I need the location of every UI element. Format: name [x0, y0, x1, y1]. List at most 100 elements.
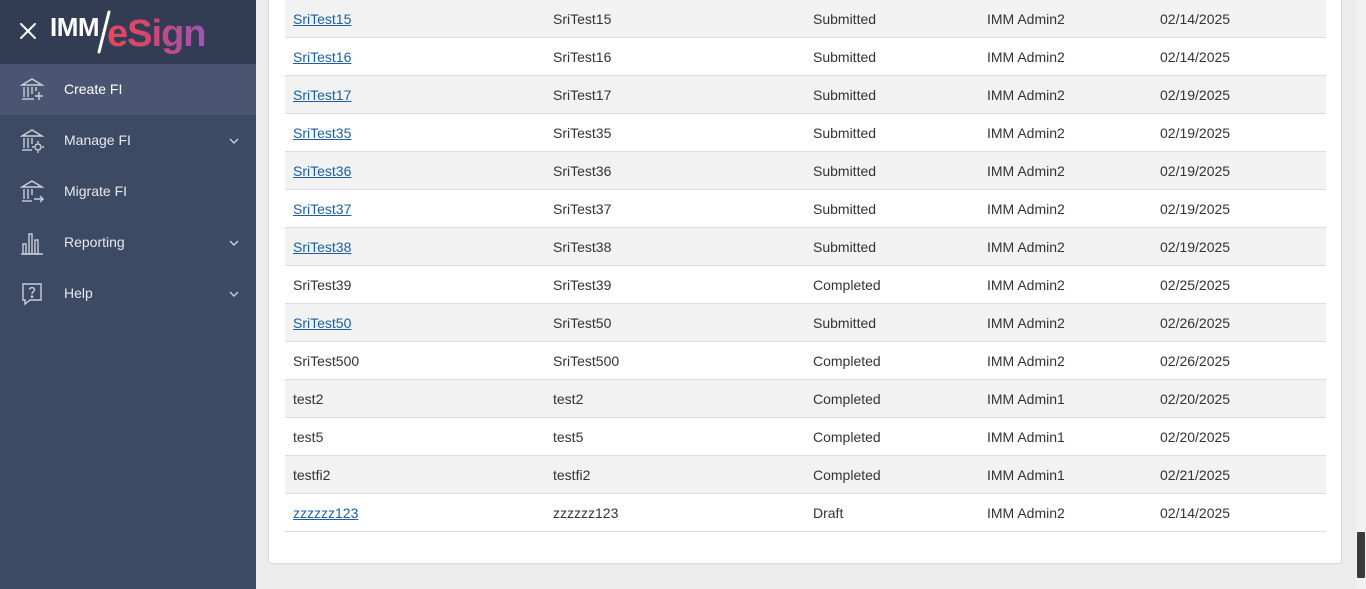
fi-name-link[interactable]: SriTest36 — [293, 163, 351, 179]
logo-esign-text: eSign — [107, 13, 206, 55]
fi-name-cell: SriTest500 — [293, 353, 360, 369]
bank-add-icon — [20, 78, 44, 100]
user-cell: IMM Admin2 — [987, 163, 1065, 179]
vertical-scrollbar[interactable] — [1356, 0, 1366, 589]
table-row: SriTest16 SriTest16 Submitted IMM Admin2 02/… — [285, 38, 1326, 76]
fi-display-name-cell: SriTest17 — [553, 87, 612, 103]
status-cell: Submitted — [813, 201, 877, 217]
status-cell: Completed — [813, 391, 881, 407]
fi-display-name-cell: SriTest37 — [553, 201, 612, 217]
status-cell: Submitted — [813, 125, 877, 141]
sidebar-header: IMM eSign — [0, 0, 256, 64]
table-row: SriTest50 SriTest50 Submitted IMM Admin2 02/… — [285, 304, 1326, 342]
sidebar-item-label: Reporting — [64, 234, 125, 250]
sidebar-item-create-fi[interactable]: Create FI — [0, 64, 256, 115]
user-cell: IMM Admin2 — [987, 87, 1065, 103]
table-row: zzzzzz123 zzzzzz123 Draft IMM Admin2 02/14/2… — [285, 494, 1326, 532]
fi-name-link[interactable]: SriTest37 — [293, 201, 351, 217]
sidebar-item-reporting[interactable]: Reporting — [0, 217, 256, 268]
help-icon — [22, 283, 42, 306]
user-cell: IMM Admin2 — [987, 239, 1065, 255]
user-cell: IMM Admin2 — [987, 125, 1065, 141]
logo-imm-text: IMM — [50, 12, 100, 42]
fi-display-name-cell: test2 — [553, 391, 584, 407]
user-cell: IMM Admin1 — [987, 467, 1065, 483]
table-row: SriTest35 SriTest35 Submitted IMM Admin2 02/… — [285, 114, 1326, 152]
table-row: SriTest15 SriTest15 Submitted IMM Admin2 02/… — [285, 0, 1326, 38]
table-row: SriTest17 SriTest17 Submitted IMM Admin2 02/… — [285, 76, 1326, 114]
status-cell: Completed — [813, 467, 881, 483]
date-cell: 02/20/2025 — [1160, 429, 1231, 445]
table-row: SriTest36 SriTest36 Submitted IMM Admin2 02/… — [285, 152, 1326, 190]
sidebar-item-label: Migrate FI — [64, 183, 128, 199]
fi-table: SriTest15 SriTest15 Submitted IMM Admin2 02/… — [285, 0, 1326, 532]
chevron-down-icon — [229, 138, 239, 144]
fi-display-name-cell: SriTest50 — [553, 315, 612, 331]
status-cell: Draft — [813, 505, 844, 521]
status-cell: Completed — [813, 277, 881, 293]
status-cell: Submitted — [813, 239, 877, 255]
fi-name-cell: test5 — [293, 429, 324, 445]
bar-chart-icon — [21, 233, 43, 255]
date-cell: 02/19/2025 — [1160, 201, 1231, 217]
status-cell: Submitted — [813, 315, 877, 331]
sidebar: IMM eSign Create FI Manage FI Migrate FI… — [0, 0, 256, 589]
status-cell: Submitted — [813, 163, 877, 179]
table-row: SriTest39 SriTest39 Completed IMM Admin2 02/… — [285, 266, 1326, 304]
user-cell: IMM Admin2 — [987, 277, 1065, 293]
chevron-down-icon — [229, 240, 239, 246]
sidebar-item-migrate-fi[interactable]: Migrate FI — [0, 166, 256, 217]
fi-display-name-cell: SriTest38 — [553, 239, 612, 255]
table-row: test2 test2 Completed IMM Admin1 02/20/2025 — [285, 380, 1326, 418]
user-cell: IMM Admin1 — [987, 429, 1065, 445]
date-cell: 02/26/2025 — [1160, 315, 1231, 331]
chevron-down-icon — [229, 291, 239, 297]
fi-name-link[interactable]: SriTest50 — [293, 315, 351, 331]
fi-name-link[interactable]: SriTest38 — [293, 239, 351, 255]
table-row: SriTest38 SriTest38 Submitted IMM Admin2 02/… — [285, 228, 1326, 266]
user-cell: IMM Admin1 — [987, 391, 1065, 407]
status-cell: Completed — [813, 429, 881, 445]
fi-display-name-cell: SriTest500 — [553, 353, 620, 369]
user-cell: IMM Admin2 — [987, 49, 1065, 65]
date-cell: 02/19/2025 — [1160, 163, 1231, 179]
fi-name-link[interactable]: SriTest35 — [293, 125, 351, 141]
fi-name-cell: test2 — [293, 391, 324, 407]
date-cell: 02/14/2025 — [1160, 49, 1231, 65]
fi-name-link[interactable]: zzzzzz123 — [293, 505, 358, 521]
fi-display-name-cell: zzzzzz123 — [553, 505, 619, 521]
status-cell: Completed — [813, 353, 881, 369]
sidebar-item-label: Create FI — [64, 81, 123, 97]
table-row: SriTest37 SriTest37 Submitted IMM Admin2 02/… — [285, 190, 1326, 228]
fi-name-cell: testfi2 — [293, 467, 331, 483]
user-cell: IMM Admin2 — [987, 315, 1065, 331]
fi-name-link[interactable]: SriTest16 — [293, 49, 351, 65]
user-cell: IMM Admin2 — [987, 11, 1065, 27]
fi-display-name-cell: SriTest36 — [553, 163, 612, 179]
date-cell: 02/21/2025 — [1160, 467, 1231, 483]
fi-display-name-cell: SriTest35 — [553, 125, 612, 141]
fi-name-cell: SriTest39 — [293, 277, 352, 293]
fi-display-name-cell: SriTest16 — [553, 49, 612, 65]
sidebar-item-label: Help — [64, 285, 93, 301]
date-cell: 02/26/2025 — [1160, 353, 1231, 369]
scrollbar-thumb[interactable] — [1357, 532, 1365, 578]
fi-name-link[interactable]: SriTest17 — [293, 87, 351, 103]
table-row: test5 test5 Completed IMM Admin1 02/20/2025 — [285, 418, 1326, 456]
sidebar-item-help[interactable]: Help — [0, 268, 256, 319]
table-row: SriTest500 SriTest500 Completed IMM Admin2 0… — [285, 342, 1326, 380]
table-row: testfi2 testfi2 Completed IMM Admin1 02/21/2… — [285, 456, 1326, 494]
app-logo[interactable]: IMM eSign — [50, 10, 207, 56]
date-cell: 02/25/2025 — [1160, 277, 1231, 293]
user-cell: IMM Admin2 — [987, 505, 1065, 521]
fi-display-name-cell: testfi2 — [553, 467, 591, 483]
fi-name-link[interactable]: SriTest15 — [293, 11, 351, 27]
status-cell: Submitted — [813, 11, 877, 27]
sidebar-item-manage-fi[interactable]: Manage FI — [0, 115, 256, 166]
fi-display-name-cell: test5 — [553, 429, 584, 445]
close-icon[interactable] — [19, 22, 37, 40]
status-cell: Submitted — [813, 87, 877, 103]
fi-display-name-cell: SriTest39 — [553, 277, 612, 293]
user-cell: IMM Admin2 — [987, 201, 1065, 217]
date-cell: 02/20/2025 — [1160, 391, 1231, 407]
